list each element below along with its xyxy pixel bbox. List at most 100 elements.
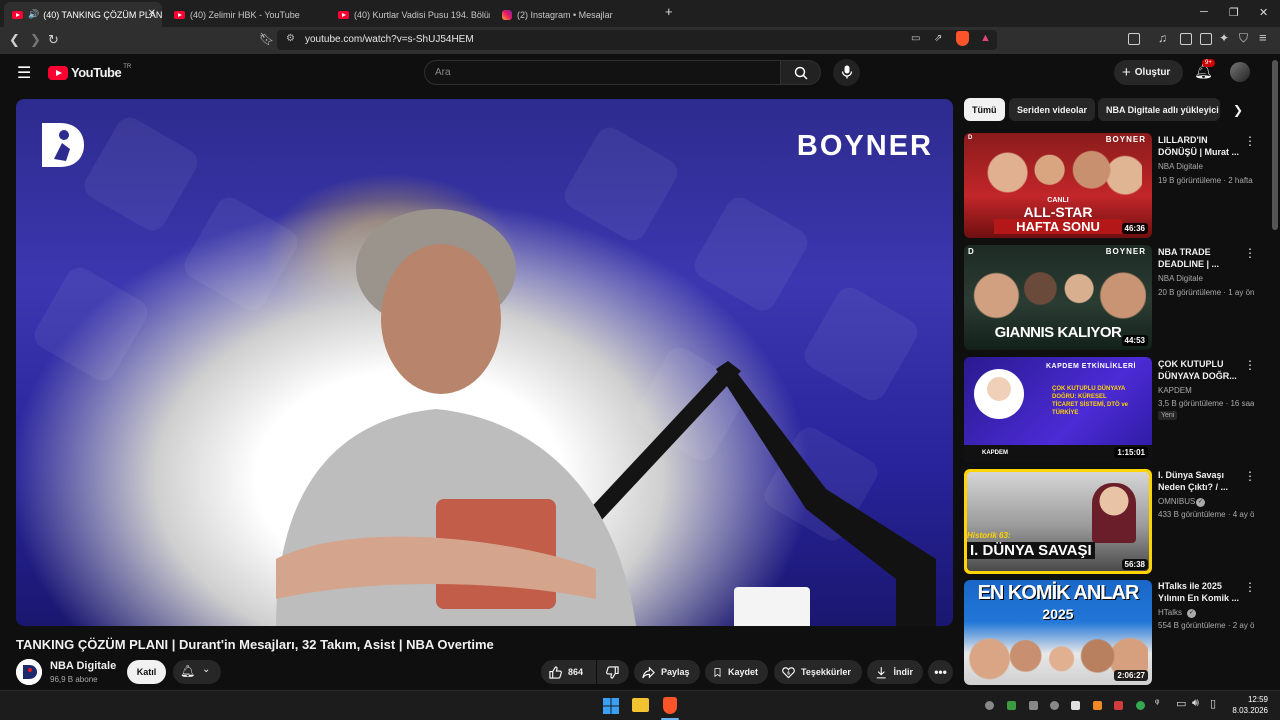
recommendation-title[interactable]: I. Dünya Savaşı Neden Çıktı? / ... (1158, 469, 1242, 493)
subscription-bell-button[interactable]: 🔔︎ ⌄ (173, 660, 221, 684)
page-scrollbar[interactable] (1272, 60, 1278, 230)
site-settings-icon[interactable]: ⚙ (286, 33, 295, 44)
create-button[interactable]: + Oluştur (1114, 60, 1183, 85)
download-button[interactable]: İndir (867, 660, 923, 684)
restore-icon[interactable]: ❐ (1229, 6, 1239, 19)
chevron-right-icon[interactable]: ❯ (1233, 103, 1243, 117)
instagram-favicon-icon (502, 9, 512, 20)
voice-search-button[interactable] (833, 59, 860, 86)
recommendation-thumbnail[interactable]: D BOYNER CANLI ALL-STAR HAFTA SONU 46:36 (964, 133, 1152, 238)
recommendation-channel[interactable]: KAPDEM (1158, 386, 1192, 395)
like-button[interactable]: 864 (541, 660, 596, 684)
recommendation-thumbnail[interactable]: EN KOMİK ANLAR 2025 2:06:27 (964, 580, 1152, 685)
browser-tab-3[interactable]: (40) Kurtlar Vadisi Pusu 194. Bölüm (330, 2, 490, 27)
reload-icon[interactable]: ↻ (48, 32, 59, 48)
reading-list-icon[interactable] (1128, 33, 1140, 45)
tray-app-icon[interactable] (1029, 701, 1038, 710)
download-label: İndir (893, 667, 914, 677)
search-input[interactable]: Ara (424, 60, 781, 85)
recommendation-title[interactable]: LILLARD'IN DÖNÜŞÜ | Murat ... (1158, 134, 1242, 158)
recommendation-channel[interactable]: HTalks (1158, 608, 1182, 617)
language-icon[interactable]: ᵠ (1155, 698, 1159, 709)
thumbnail-text: EN KOMİK ANLAR (977, 582, 1140, 604)
youtube-wordmark: YouTube (71, 65, 122, 80)
more-vertical-icon[interactable]: ⋮ (1244, 246, 1256, 260)
recommendation-channel[interactable]: NBA Digitale (1158, 162, 1203, 171)
channel-avatar[interactable] (16, 659, 42, 685)
sidebar-icon[interactable] (1180, 33, 1192, 45)
chip-uploader[interactable]: NBA Digitale adlı yükleyici (1098, 98, 1220, 121)
new-badge: Yeni (1158, 411, 1178, 420)
share-page-icon[interactable]: ⇗ (934, 33, 942, 44)
youtube-logo[interactable]: YouTube TR (48, 64, 131, 80)
windows-start-icon[interactable] (603, 698, 619, 714)
tray-app-icon[interactable] (985, 701, 994, 710)
brave-shields-icon[interactable] (956, 31, 969, 46)
tab-title: (2) Instagram • Mesajlar (517, 9, 613, 20)
close-tab-icon[interactable]: ✕ (148, 8, 156, 19)
new-tab-icon[interactable]: + (665, 4, 673, 19)
recommendation-thumbnail[interactable]: Historik 63: I. DÜNYA SAVAŞI 56:38 (964, 469, 1152, 574)
wallet-icon[interactable] (1200, 33, 1212, 45)
nba-digitale-logo-icon (42, 123, 84, 167)
forward-icon[interactable]: ❯ (30, 32, 41, 48)
battery-icon[interactable]: ▯ (1210, 697, 1216, 710)
recommendation-thumbnail[interactable]: KAPDEM ETKİNLİKLERİ ÇOK KUTUPLU DÜNYAYA … (964, 357, 1152, 462)
network-icon[interactable]: ▭ (1176, 697, 1186, 710)
recommendation-title[interactable]: NBA TRADE DEADLINE | ... (1158, 246, 1242, 270)
hamburger-menu-icon[interactable]: ☰ (17, 63, 31, 83)
back-icon[interactable]: ❮ (9, 32, 20, 48)
browser-tab-1[interactable]: 🔊 (40) TANKING ÇÖZÜM PLANI ✕ (4, 2, 162, 27)
more-vertical-icon[interactable]: ⋮ (1244, 358, 1256, 372)
tray-app-icon[interactable] (1136, 701, 1145, 710)
address-bar[interactable]: ⚙ youtube.com/watch?v=s-ShUJ54HEM ▭ ⇗ (277, 30, 997, 50)
video-player[interactable]: BOYNER (16, 99, 953, 626)
volume-icon[interactable]: 🔊︎ (1192, 697, 1199, 710)
file-explorer-icon[interactable] (632, 698, 649, 712)
share-button[interactable]: Paylaş (634, 660, 700, 684)
video-duration: 56:38 (1121, 559, 1148, 570)
media-icon[interactable]: ♫ (1158, 31, 1167, 45)
more-vertical-icon[interactable]: ⋮ (1244, 469, 1256, 483)
chip-all[interactable]: Tümü (964, 98, 1005, 121)
search-button[interactable] (781, 60, 821, 85)
notifications-button[interactable]: 🔔︎ 9+ (1194, 59, 1215, 81)
recommendation-title[interactable]: ÇOK KUTUPLU DÜNYAYA DOĞR... (1158, 358, 1242, 382)
brave-browser-icon[interactable] (663, 697, 677, 714)
menu-icon[interactable]: ≡ (1259, 30, 1267, 45)
save-button[interactable]: Kaydet (705, 660, 768, 684)
more-actions-button[interactable]: ••• (928, 660, 953, 684)
system-clock[interactable]: 12:59 8.03.2026 (1232, 694, 1268, 716)
channel-name[interactable]: NBA Digitale (50, 660, 116, 672)
tray-app-icon[interactable] (1093, 701, 1102, 710)
vpn-shield-icon[interactable]: ⛉ (1239, 31, 1248, 46)
youtube-play-logo-icon (48, 65, 68, 80)
recommendation-channel[interactable]: OMNIBUS (1158, 497, 1195, 506)
more-vertical-icon[interactable]: ⋮ (1244, 580, 1256, 594)
recommendation-title[interactable]: HTalks ile 2025 Yılının En Komik ... (1158, 580, 1242, 604)
bookmark-icon[interactable]: 🔖︎ (259, 32, 274, 46)
close-window-icon[interactable]: ✕ (1259, 6, 1268, 19)
account-avatar[interactable] (1230, 62, 1250, 82)
chip-series[interactable]: Seriden videolar (1009, 98, 1096, 121)
thumbnail-brand: KAPDEM (982, 450, 1009, 456)
tray-app-icon[interactable] (1007, 701, 1016, 710)
leo-ai-icon[interactable]: ✦ (1219, 31, 1229, 45)
like-count: 864 (568, 667, 584, 677)
recommendation-channel[interactable]: NBA Digitale (1158, 274, 1203, 283)
more-vertical-icon[interactable]: ⋮ (1244, 134, 1256, 148)
tray-app-icon[interactable] (1071, 701, 1080, 710)
dislike-button[interactable] (597, 660, 629, 684)
tray-app-icon[interactable] (1050, 701, 1059, 710)
join-button[interactable]: Katıl (127, 660, 166, 684)
browser-tab-2[interactable]: (40) Zelimir HBK - YouTube (166, 2, 326, 27)
browser-tab-4[interactable]: (2) Instagram • Mesajlar (494, 2, 654, 27)
brave-rewards-icon[interactable]: ▲ (980, 32, 991, 44)
tray-app-icon[interactable] (1114, 701, 1123, 710)
cast-icon[interactable]: ▭ (911, 33, 920, 44)
youtube-favicon-icon (338, 10, 349, 19)
minimize-icon[interactable]: ─ (1200, 6, 1208, 18)
recommendation-thumbnail[interactable]: D BOYNER GIANNIS KALIYOR 44:53 (964, 245, 1152, 350)
thanks-button[interactable]: $ Teşekkürler (774, 660, 862, 684)
nba-digitale-logo-icon: D (968, 247, 974, 256)
